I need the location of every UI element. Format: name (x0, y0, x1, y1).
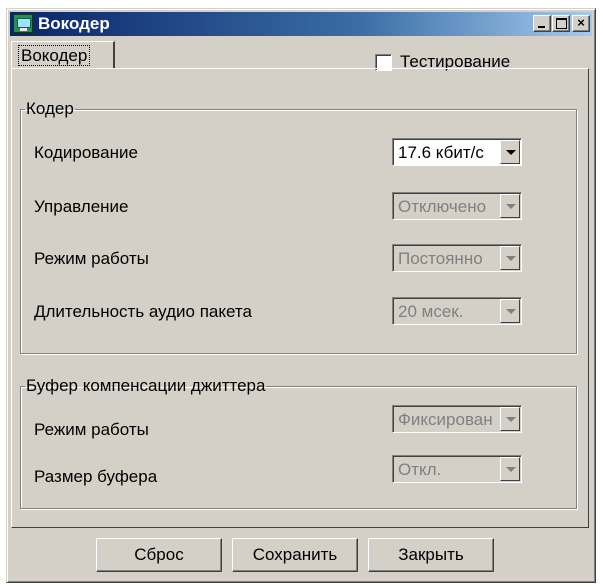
tab-vocoder-label: Вокодер (18, 45, 91, 66)
window-title: Вокодер (38, 14, 110, 33)
jitter-buffer-group: Буфер компенсации джиттера (20, 376, 577, 509)
encoding-label: Кодирование (34, 143, 138, 162)
tab-panel: Кодер Кодирование 17.6 кбит/с Управление… (11, 68, 589, 528)
minimize-icon[interactable] (533, 15, 551, 32)
chevron-down-icon[interactable] (500, 299, 520, 323)
control-value: Отключено (398, 197, 487, 216)
title-bar[interactable]: Вокодер × (10, 12, 592, 36)
encoding-value: 17.6 кбит/с (398, 143, 484, 162)
reset-button[interactable]: Сброс (96, 538, 222, 572)
chevron-down-icon[interactable] (500, 407, 520, 431)
maximize-icon[interactable] (552, 15, 570, 32)
chevron-down-icon[interactable] (500, 457, 520, 481)
vocoder-window: Вокодер × Вокодер Тестирование Кодер Код… (6, 8, 596, 583)
coder-group-title: Кодер (26, 99, 74, 118)
buffer-size-select[interactable]: Откл. (392, 455, 522, 483)
buffer-size-label: Размер буфера (34, 467, 158, 486)
jitter-mode-label: Режим работы (34, 420, 149, 439)
vocoder-app-icon (13, 14, 33, 33)
packet-duration-label: Длительность аудио пакета (34, 302, 252, 321)
save-button[interactable]: Сохранить (232, 538, 358, 572)
chevron-down-icon[interactable] (500, 246, 520, 270)
jitter-mode-select[interactable]: Фиксирован (392, 405, 522, 433)
jitter-mode-value: Фиксирован (398, 410, 493, 429)
packet-duration-value: 20 мсек. (398, 302, 464, 321)
chevron-down-icon[interactable] (500, 194, 520, 218)
chevron-down-icon[interactable] (500, 140, 520, 164)
tab-vocoder[interactable]: Вокодер (11, 41, 115, 68)
control-select[interactable]: Отключено (392, 192, 522, 220)
packet-duration-select[interactable]: 20 мсек. (392, 297, 522, 325)
coder-mode-label: Режим работы (34, 249, 149, 268)
buffer-size-value: Откл. (398, 460, 442, 479)
jitter-buffer-group-title: Буфер компенсации джиттера (26, 376, 266, 395)
encoding-select[interactable]: 17.6 кбит/с (392, 138, 522, 166)
control-label: Управление (34, 197, 129, 216)
coder-mode-select[interactable]: Постоянно (392, 244, 522, 272)
close-icon[interactable]: × (572, 15, 590, 32)
close-button[interactable]: Закрыть (368, 538, 494, 572)
coder-mode-value: Постоянно (398, 249, 483, 268)
